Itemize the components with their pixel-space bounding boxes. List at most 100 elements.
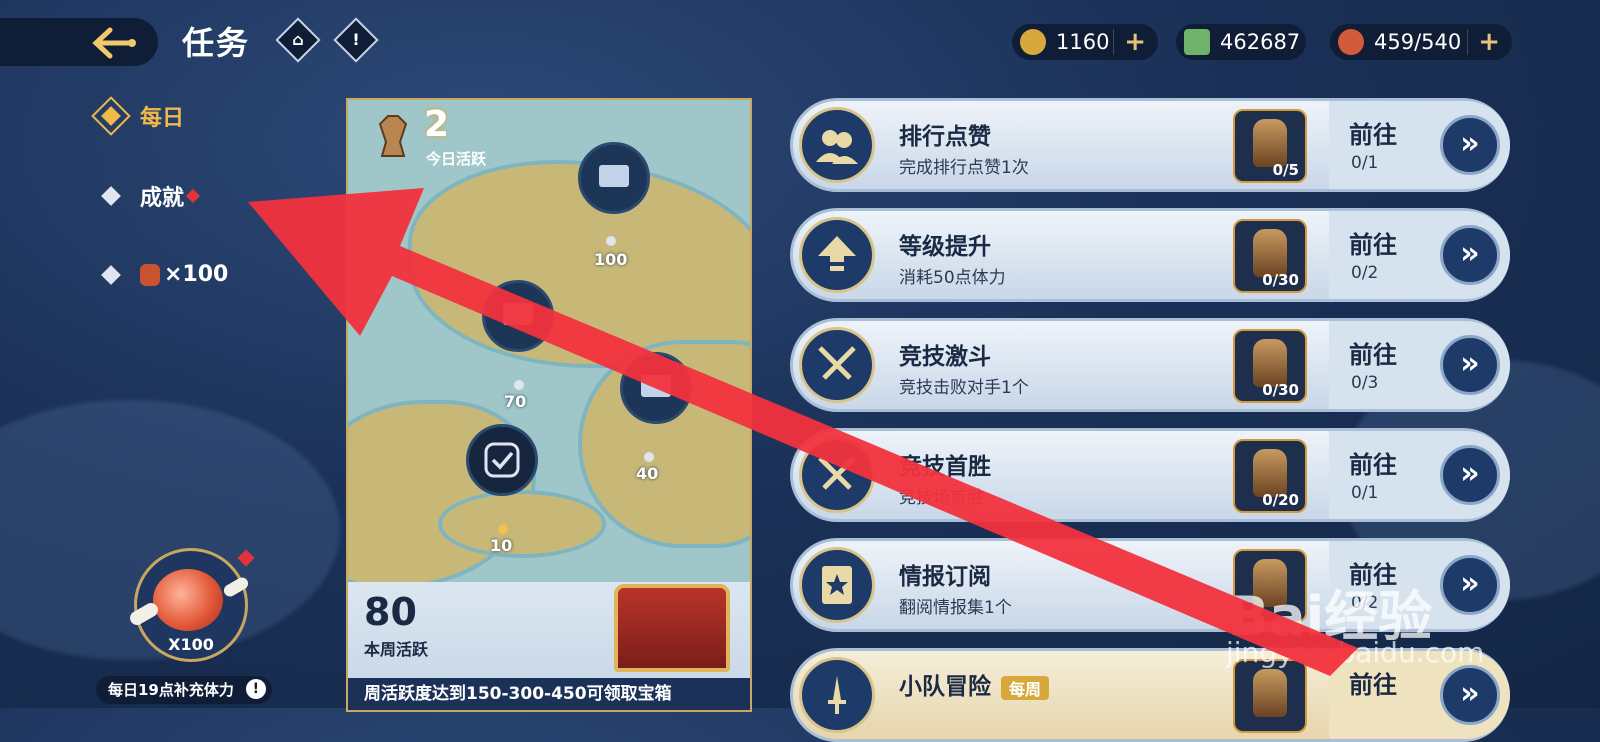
page-title: 任务 [182,24,251,62]
weekly-activity-section: 80 本周活跃 周活跃度达到150-300-450可领取宝箱 [348,582,750,710]
chest-icon [503,303,533,325]
chess-piece-icon [1253,449,1287,497]
activity-map-panel: 2 今日活跃 100 70 40 10 80 本周活跃 周活跃度达到150-30… [346,98,752,712]
swords-icon [799,437,875,513]
task-row: 竞技激斗 竞技击败对手1个 0/30 前往 0/3 » [790,318,1510,412]
bone-decoration [221,575,251,599]
cash-currency: 462687 [1176,24,1306,60]
reward-slot[interactable] [1233,659,1307,733]
add-gold-button[interactable]: + [1113,29,1146,55]
info-icon[interactable]: ! [245,679,266,699]
reward-count: 0/30 [1262,271,1299,289]
goto-button[interactable]: » [1440,555,1500,615]
weekly-activity-label: 本周活跃 [364,640,429,659]
goto-panel: 前往 0/3 » [1329,321,1510,409]
anchor-back-icon [92,27,136,59]
chess-piece-icon [1253,339,1287,387]
task-desc: 竞技场首胜 [899,488,984,508]
milestone-label: 40 [636,464,659,483]
stamina-note-text: 每日19点补充体力 [108,681,234,699]
chest-node-40[interactable] [620,352,692,424]
users-icon [799,107,875,183]
swords-icon [799,327,875,403]
gold-value: 1160 [1056,30,1110,54]
task-name: 竞技激斗 [899,344,991,370]
ham-icon [153,569,223,631]
tab-daily-label: 每日 [140,106,185,131]
diamond-icon [101,186,121,206]
milestone-dot [514,380,524,390]
level-up-icon [799,217,875,293]
weekly-treasure-chest[interactable] [614,584,730,672]
gold-currency: 1160 + [1012,24,1158,60]
item-count: ×100 [164,262,229,287]
add-stamina-button[interactable]: + [1467,29,1500,55]
info-button[interactable]: ! [333,17,379,63]
goto-panel: 前往 0/1 » [1329,431,1510,519]
task-progress: 0/1 [1351,483,1379,503]
tab-achievement[interactable]: 成就 [101,180,201,212]
reward-count: 0/30 [1262,381,1299,399]
task-name: 竞技首胜 [899,454,991,480]
reward-slot[interactable]: 0/20 [1233,439,1307,513]
chest-icon [599,165,629,187]
stamina-meat-button[interactable]: X100 [127,548,251,662]
tab-achievement-label: 成就 [140,186,185,211]
task-desc: 翻阅情报集1个 [899,598,1012,618]
notification-dot [185,188,201,204]
goto-button[interactable]: » [1440,335,1500,395]
task-name: 小队冒险 每周 [899,667,1050,701]
task-row: 排行点赞 完成排行点赞1次 0/5 前往 0/1 » [790,98,1510,192]
reward-slot[interactable]: 0/30 [1233,329,1307,403]
tab-item[interactable]: ×100 [101,262,229,287]
watermark-url: jingyan.baidu.com [1226,636,1485,669]
goto-button[interactable]: » [1440,115,1500,175]
weekly-tag: 每周 [1001,675,1050,700]
coin-icon [1020,29,1046,55]
stamina-note: 每日19点补充体力 ! [96,676,272,704]
milestone-dot [498,524,508,534]
stamina-count: X100 [168,635,214,654]
task-name-text: 小队冒险 [899,674,991,700]
chess-piece-icon [1253,229,1287,277]
back-button[interactable] [0,18,158,66]
milestone-label: 10 [490,536,513,555]
task-progress: 0/3 [1351,373,1379,393]
task-desc: 完成排行点赞1次 [899,158,1029,178]
goto-button[interactable]: » [1440,225,1500,285]
map-land [438,490,606,558]
task-row: 等级提升 消耗50点体力 0/30 前往 0/2 » [790,208,1510,302]
chest-node-100[interactable] [578,142,650,214]
cash-value: 462687 [1220,30,1301,54]
diamond-icon [91,96,131,136]
today-activity-label: 今日活跃 [426,150,487,168]
task-desc: 竞技击败对手1个 [899,378,1029,398]
reward-slot[interactable]: 0/5 [1233,109,1307,183]
reward-count: 0/20 [1262,491,1299,509]
weekly-chest-note: 周活跃度达到150-300-450可领取宝箱 [348,678,750,710]
goto-panel: 前往 0/1 » [1329,101,1510,189]
reward-slot[interactable]: 0/30 [1233,219,1307,293]
check-icon [484,442,520,478]
chess-piece-icon [378,115,408,157]
task-progress: 0/1 [1351,153,1379,173]
goto-label: 前往 [1349,671,1397,699]
milestone-dot [606,236,616,246]
goto-button[interactable]: » [1440,665,1500,725]
task-desc: 消耗50点体力 [899,268,1006,288]
task-name: 情报订阅 [899,564,991,590]
today-activity-value: 2 [424,104,450,145]
goto-button[interactable]: » [1440,445,1500,505]
goto-label: 前往 [1349,451,1397,479]
item-icon [140,263,160,286]
task-progress: 0/2 [1351,263,1379,283]
stamina-currency: 459/540 + [1330,24,1512,60]
home-button[interactable]: ⌂ [275,17,321,63]
tab-daily[interactable]: 每日 [91,96,185,136]
meat-icon [1338,29,1364,55]
claimed-node-10 [466,424,538,496]
goto-label: 前往 [1349,121,1397,149]
chess-piece-icon [1253,669,1287,717]
milestone-label: 100 [594,250,628,269]
chest-node-70[interactable] [482,280,554,352]
